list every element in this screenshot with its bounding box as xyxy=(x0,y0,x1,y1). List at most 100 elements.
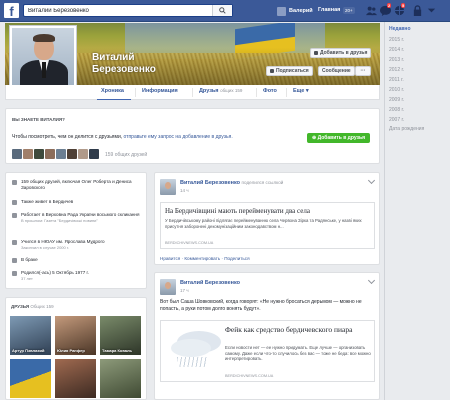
prompt-text-link[interactable]: отправьте ему запрос на добавление в дру… xyxy=(124,134,233,140)
link-domain: BERDICHIVNEWS.COM.UA xyxy=(165,241,214,245)
friend-name: Тамара Коваль xyxy=(102,348,132,353)
add-friend-prompt: ВЫ ЗНАЕТЕ ВИТАЛИЯ? Чтобы посмотреть, чем… xyxy=(5,108,380,164)
home-link[interactable]: Главная xyxy=(318,7,340,13)
friends-title[interactable]: ДРУЗЬЯ Общих 159 xyxy=(11,304,54,309)
profile-photo xyxy=(12,28,74,90)
profile-picture[interactable] xyxy=(9,25,77,93)
post-text: Вот был Саша Шовковский, когда говорят: … xyxy=(160,299,362,312)
message-label: Сообщение xyxy=(322,68,351,74)
prompt-text-prefix: Чтобы посмотреть, чем он делится с друзь… xyxy=(12,134,123,140)
mutual-friend-thumb[interactable] xyxy=(12,149,22,159)
mutual-friend-thumb[interactable] xyxy=(56,149,66,159)
mutual-friends-count[interactable]: 159 общих друзей xyxy=(105,152,147,158)
lock-icon[interactable] xyxy=(412,5,423,16)
mutual-friend-thumb[interactable] xyxy=(89,149,99,159)
top-bar: f Валерий Главная 20+ 2 5 xyxy=(0,0,450,22)
author-avatar[interactable] xyxy=(160,279,176,295)
add-friend-label: Добавить в друзья xyxy=(320,50,368,56)
post-card: Виталий Березовенко поделился ссылкой 14… xyxy=(154,172,380,265)
year-2014[interactable]: 2014 г. xyxy=(389,47,404,53)
friends-title-label: ДРУЗЬЯ xyxy=(11,304,30,309)
year-2009[interactable]: 2009 г. xyxy=(389,97,404,103)
friend-tile[interactable]: Тамара Коваль xyxy=(100,316,141,355)
link-title: На Бердичівщині мають перейменувати два … xyxy=(165,207,310,215)
facebook-logo-icon[interactable]: f xyxy=(4,3,19,19)
post-author-name: Виталий Березовенко xyxy=(180,180,241,186)
tab-friends-label: Друзья xyxy=(199,88,219,94)
search-button[interactable] xyxy=(212,5,232,16)
search-input[interactable] xyxy=(24,5,212,16)
add-friend-button[interactable]: ⊕ Добавить в друзья xyxy=(307,133,371,143)
friend-tile[interactable]: Юлия Рапфер xyxy=(55,316,96,355)
tab-divider xyxy=(286,88,287,97)
link-domain: BERDICHIVNEWS.COM.UA xyxy=(225,374,274,378)
subscribe-label: Подписаться xyxy=(276,68,309,74)
year-recent[interactable]: Недавно xyxy=(389,26,411,32)
mutual-friend-thumb[interactable] xyxy=(45,149,55,159)
post-time[interactable]: 17 ч xyxy=(180,288,189,293)
timeline-years-nav: Недавно 2015 г. 2014 г. 2013 г. 2012 г. … xyxy=(384,22,450,400)
friend-tile[interactable] xyxy=(55,359,96,398)
more-button[interactable]: ··· xyxy=(355,66,371,76)
intro-relationship: В браке xyxy=(12,257,144,263)
link-preview[interactable]: Фейк как средство бердичевского пиара Ес… xyxy=(160,320,375,382)
mutual-friend-thumb[interactable] xyxy=(23,149,33,159)
mutual-friend-thumb[interactable] xyxy=(34,149,44,159)
intro-mutual-text[interactable]: 159 общих друзей, включая Олег Роберта и… xyxy=(21,179,144,191)
link-thumbnail xyxy=(161,321,221,381)
post-author[interactable]: Виталий Березовенко xyxy=(180,280,240,286)
tab-active-indicator xyxy=(97,99,131,100)
link-title: Фейк как средство бердичевского пиара xyxy=(225,325,353,334)
year-2013[interactable]: 2013 г. xyxy=(389,57,404,63)
mutual-friend-thumb[interactable] xyxy=(67,149,77,159)
tab-about[interactable]: Информация xyxy=(142,88,178,94)
subscribe-button[interactable]: Подписаться xyxy=(266,66,313,76)
briefcase-icon xyxy=(12,213,17,218)
intro-lives: Также живет в Бердичев xyxy=(12,199,144,205)
graduation-cap-icon xyxy=(12,240,17,245)
year-2008[interactable]: 2008 г. xyxy=(389,107,404,113)
friends-card: ДРУЗЬЯ Общих 159 Артур Пэвлахий Юлия Рап… xyxy=(5,297,147,400)
post-time[interactable]: 14 ч xyxy=(180,188,189,193)
profile-first-name: Виталий xyxy=(92,52,135,63)
tab-friends[interactable]: Друзья общих 159 xyxy=(199,88,242,94)
tab-more[interactable]: Еще ▾ xyxy=(293,88,309,94)
year-2012[interactable]: 2012 г. xyxy=(389,67,404,73)
year-birth[interactable]: Дата рождения xyxy=(389,126,424,132)
friend-name: Юлия Рапфер xyxy=(57,348,85,353)
chevron-down-icon[interactable] xyxy=(426,5,437,16)
cloud-image xyxy=(171,339,211,357)
profile-link[interactable]: Валерий xyxy=(277,6,313,16)
friend-tile[interactable] xyxy=(100,359,141,398)
tab-divider xyxy=(192,88,193,97)
author-avatar[interactable] xyxy=(160,179,176,195)
post-card: Виталий Березовенко 17 ч Вот был Саша Шо… xyxy=(154,272,380,400)
message-button[interactable]: Сообщение xyxy=(318,66,355,76)
year-2011[interactable]: 2011 г. xyxy=(389,77,404,83)
post-author[interactable]: Виталий Березовенко поделился ссылкой xyxy=(180,180,283,186)
intro-work-sub[interactable]: В прошлом: Газета "Бердичівські новини" xyxy=(21,218,139,223)
tab-divider xyxy=(135,88,136,97)
year-2015[interactable]: 2015 г. xyxy=(389,37,404,43)
year-2010[interactable]: 2010 г. xyxy=(389,87,404,93)
mutual-friend-thumb[interactable] xyxy=(78,149,88,159)
intro-birthday: Родился(-ась) 5 Октябрь 1977 г. 37 лет xyxy=(12,270,144,281)
rain-image xyxy=(177,357,207,367)
post-actions[interactable]: Нравится · Комментировать · Поделиться xyxy=(160,256,250,261)
tab-timeline[interactable]: Хроника xyxy=(101,88,124,94)
profile-name: Виталий Березовенко xyxy=(92,52,156,76)
add-friend-cover-button[interactable]: Добавить в друзья xyxy=(310,48,372,58)
intro-study: Учился в НЮАУ им. Ярослава Мудрого Закон… xyxy=(12,239,144,250)
home-icon xyxy=(12,200,17,205)
post-options-chevron-icon[interactable] xyxy=(367,176,376,185)
year-2007[interactable]: 2007 г. xyxy=(389,117,404,123)
intro-lives-text[interactable]: Также живет в Бердичев xyxy=(21,199,73,205)
more-label: ··· xyxy=(360,68,366,74)
post-options-chevron-icon[interactable] xyxy=(367,276,376,285)
friend-tile[interactable]: Артур Пэвлахий xyxy=(10,316,51,355)
friend-tile[interactable] xyxy=(10,359,51,398)
friend-requests-icon[interactable] xyxy=(366,5,377,16)
tab-photos[interactable]: Фото xyxy=(263,88,277,94)
tab-divider xyxy=(256,88,257,97)
link-preview[interactable]: На Бердичівщині мають перейменувати два … xyxy=(160,202,375,249)
